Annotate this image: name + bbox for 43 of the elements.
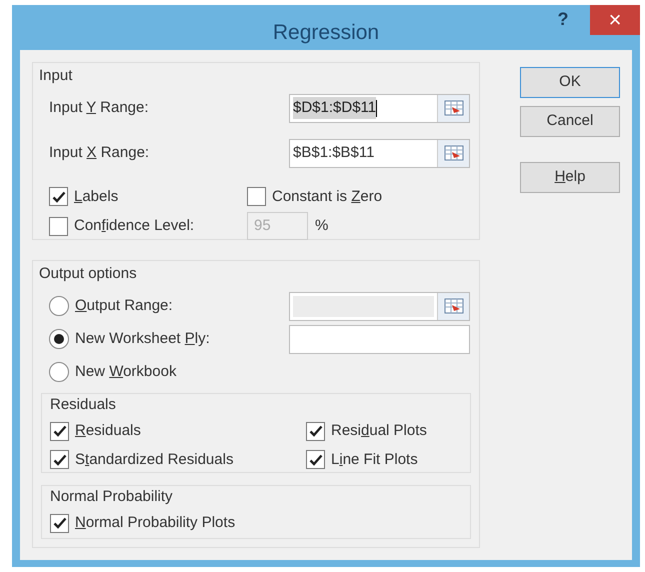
range-field[interactable] xyxy=(289,292,470,320)
table-arrow-icon xyxy=(444,298,464,314)
help-button[interactable]: ? xyxy=(548,5,578,33)
close-button[interactable]: × xyxy=(590,5,640,35)
range-picker-button[interactable] xyxy=(437,292,469,320)
checkbox[interactable] xyxy=(49,187,68,206)
checkbox[interactable] xyxy=(50,514,69,533)
checkbox-label: Labels xyxy=(74,186,118,206)
group-title: Normal Probability xyxy=(50,486,174,506)
dialog-button[interactable]: Help xyxy=(520,162,620,193)
table-arrow-icon xyxy=(444,100,464,116)
dialog-button[interactable]: Cancel xyxy=(520,106,620,137)
radio-button[interactable] xyxy=(49,362,69,382)
text-field[interactable] xyxy=(289,324,470,354)
radio-label: New Worksheet Ply: xyxy=(75,328,211,349)
checkbox-label: Line Fit Plots xyxy=(331,450,418,470)
checkbox-label: Normal Probability Plots xyxy=(75,513,236,533)
group-title: Input xyxy=(39,66,74,86)
radio-label: New Workbook xyxy=(75,362,178,382)
checkbox[interactable] xyxy=(50,450,69,470)
checkbox[interactable] xyxy=(306,422,325,441)
field-label: Input X Range: xyxy=(49,142,150,163)
checkbox[interactable] xyxy=(247,187,266,206)
group-title: Residuals xyxy=(50,394,117,414)
group-title: Output options xyxy=(39,264,138,284)
checkbox-label: Constant is Zero xyxy=(272,186,382,206)
radio-label: Output Range: xyxy=(75,296,174,316)
range-picker-button[interactable] xyxy=(437,140,469,166)
checkbox-label: Residual Plots xyxy=(331,421,427,441)
dialog-button[interactable]: OK xyxy=(520,67,620,98)
range-field[interactable]: $B$1:$B$11 xyxy=(289,138,470,168)
field-label: Input Y Range: xyxy=(49,98,150,118)
checkbox-label: Standardized Residuals xyxy=(75,450,234,470)
checkbox[interactable] xyxy=(50,422,69,441)
radio-button[interactable] xyxy=(49,329,69,349)
range-picker-button[interactable] xyxy=(437,94,469,122)
table-arrow-icon xyxy=(444,145,464,161)
window-title: Regression xyxy=(272,20,380,46)
range-field[interactable]: $D$1:$D$11 xyxy=(289,94,470,122)
checkbox-label: Confidence Level: xyxy=(74,216,194,236)
checkbox[interactable] xyxy=(306,450,325,470)
unit-label: % xyxy=(315,216,328,236)
checkbox-label: Residuals xyxy=(75,421,141,441)
